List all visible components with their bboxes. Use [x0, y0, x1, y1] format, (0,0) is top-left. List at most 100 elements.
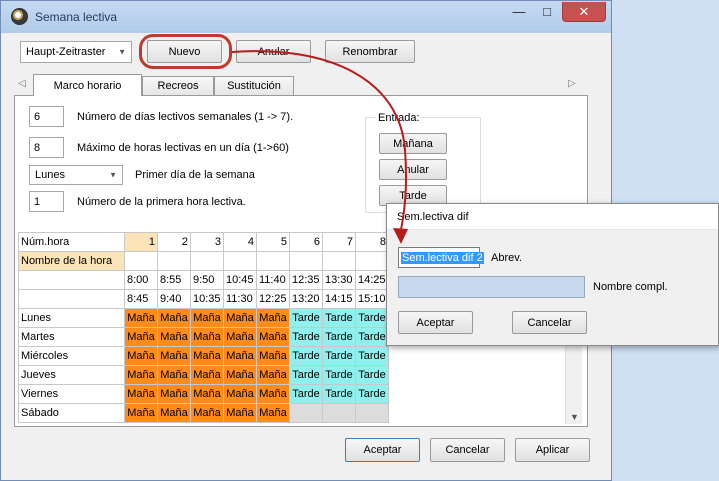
- start-time-cell[interactable]: 13:30: [322, 270, 356, 290]
- hour-column-header[interactable]: 3: [190, 232, 224, 252]
- afternoon-slot[interactable]: Tarde: [322, 384, 356, 404]
- end-time-cell[interactable]: 13:20: [289, 289, 323, 309]
- short-name-input[interactable]: Sem.lectiva dif 2: [398, 247, 484, 268]
- morning-slot[interactable]: Maña: [223, 327, 257, 347]
- morning-slot[interactable]: Maña: [124, 403, 158, 423]
- time-raster-select[interactable]: Haupt-Zeitraster ▼: [20, 41, 132, 63]
- maximize-icon[interactable]: □: [534, 2, 560, 22]
- rename-button[interactable]: Renombrar: [325, 40, 415, 63]
- morning-slot[interactable]: Maña: [124, 327, 158, 347]
- accept-button[interactable]: Aceptar: [345, 438, 420, 462]
- hour-name-cell[interactable]: [190, 251, 224, 271]
- tab-sustitucion[interactable]: Sustitución: [214, 76, 294, 95]
- start-time-cell[interactable]: 14:25: [355, 270, 389, 290]
- morning-slot[interactable]: Maña: [223, 365, 257, 385]
- afternoon-slot[interactable]: Tarde: [289, 308, 323, 328]
- hour-name-cell[interactable]: [289, 251, 323, 271]
- end-time-cell[interactable]: 12:25: [256, 289, 290, 309]
- morning-slot[interactable]: Maña: [157, 403, 191, 423]
- morning-slot[interactable]: Maña: [256, 403, 290, 423]
- afternoon-slot[interactable]: Tarde: [322, 308, 356, 328]
- chevron-down-icon[interactable]: ▼: [570, 412, 579, 422]
- afternoon-slot[interactable]: Tarde: [289, 384, 323, 404]
- cancel-raster-button[interactable]: Anular: [236, 40, 311, 63]
- start-time-cell[interactable]: 10:45: [223, 270, 257, 290]
- hour-column-header[interactable]: 6: [289, 232, 323, 252]
- hour-name-cell[interactable]: [355, 251, 389, 271]
- hour-column-header[interactable]: 2: [157, 232, 191, 252]
- morning-slot[interactable]: Maña: [256, 384, 290, 404]
- morning-button[interactable]: Mañana: [379, 133, 447, 154]
- end-time-cell[interactable]: 9:40: [157, 289, 191, 309]
- full-name-input[interactable]: [398, 276, 585, 298]
- start-time-cell[interactable]: 8:55: [157, 270, 191, 290]
- start-time-cell[interactable]: 8:00: [124, 270, 158, 290]
- morning-slot[interactable]: Maña: [256, 365, 290, 385]
- tab-recreos[interactable]: Recreos: [142, 76, 214, 95]
- end-time-cell[interactable]: 10:35: [190, 289, 224, 309]
- morning-slot[interactable]: Maña: [124, 346, 158, 366]
- morning-slot[interactable]: Maña: [256, 308, 290, 328]
- end-time-cell[interactable]: 14:15: [322, 289, 356, 309]
- hour-column-header[interactable]: 4: [223, 232, 257, 252]
- hour-column-header[interactable]: 7: [322, 232, 356, 252]
- morning-slot[interactable]: Maña: [190, 346, 224, 366]
- dialog-accept-button[interactable]: Aceptar: [398, 311, 473, 334]
- tab-scroll-left-icon[interactable]: ◁: [18, 78, 26, 89]
- afternoon-slot[interactable]: Tarde: [289, 346, 323, 366]
- first-hour-input[interactable]: 1: [29, 191, 64, 212]
- morning-slot[interactable]: Maña: [190, 327, 224, 347]
- cancel-button[interactable]: Cancelar: [430, 438, 505, 462]
- hour-name-cell[interactable]: [322, 251, 356, 271]
- morning-slot[interactable]: Maña: [157, 308, 191, 328]
- morning-slot[interactable]: Maña: [256, 327, 290, 347]
- morning-slot[interactable]: Maña: [190, 403, 224, 423]
- afternoon-slot[interactable]: Tarde: [322, 346, 356, 366]
- anular-entry-button[interactable]: Anular: [379, 159, 447, 180]
- morning-slot[interactable]: Maña: [157, 327, 191, 347]
- apply-button[interactable]: Aplicar: [515, 438, 590, 462]
- start-time-cell[interactable]: 12:35: [289, 270, 323, 290]
- afternoon-slot[interactable]: Tarde: [355, 346, 389, 366]
- end-time-cell[interactable]: 11:30: [223, 289, 257, 309]
- days-input[interactable]: 6: [29, 106, 64, 127]
- afternoon-slot[interactable]: Tarde: [355, 365, 389, 385]
- morning-slot[interactable]: Maña: [190, 308, 224, 328]
- morning-slot[interactable]: Maña: [256, 346, 290, 366]
- hours-input[interactable]: 8: [29, 137, 64, 158]
- afternoon-slot[interactable]: Tarde: [322, 365, 356, 385]
- hour-column-header[interactable]: 5: [256, 232, 290, 252]
- morning-slot[interactable]: Maña: [223, 308, 257, 328]
- start-time-cell[interactable]: 11:40: [256, 270, 290, 290]
- afternoon-slot[interactable]: Tarde: [355, 384, 389, 404]
- hour-name-cell[interactable]: [256, 251, 290, 271]
- morning-slot[interactable]: Maña: [223, 346, 257, 366]
- morning-slot[interactable]: Maña: [223, 403, 257, 423]
- close-icon[interactable]: ✕: [562, 2, 606, 22]
- morning-slot[interactable]: Maña: [223, 384, 257, 404]
- morning-slot[interactable]: Maña: [124, 308, 158, 328]
- end-time-cell[interactable]: 8:45: [124, 289, 158, 309]
- morning-slot[interactable]: Maña: [124, 384, 158, 404]
- morning-slot[interactable]: Maña: [190, 365, 224, 385]
- tab-marco-horario[interactable]: Marco horario: [33, 74, 142, 96]
- hour-name-cell[interactable]: [124, 251, 158, 271]
- hour-column-header[interactable]: 8: [355, 232, 389, 252]
- empty-slot[interactable]: [322, 403, 356, 423]
- empty-slot[interactable]: [355, 403, 389, 423]
- minimize-icon[interactable]: —: [506, 2, 532, 22]
- afternoon-slot[interactable]: Tarde: [289, 365, 323, 385]
- empty-slot[interactable]: [289, 403, 323, 423]
- start-time-cell[interactable]: 9:50: [190, 270, 224, 290]
- hour-column-header[interactable]: 1: [124, 232, 158, 252]
- afternoon-slot[interactable]: Tarde: [355, 308, 389, 328]
- tab-scroll-right-icon[interactable]: ▷: [568, 78, 576, 89]
- afternoon-slot[interactable]: Tarde: [322, 327, 356, 347]
- hour-name-cell[interactable]: [157, 251, 191, 271]
- morning-slot[interactable]: Maña: [124, 365, 158, 385]
- afternoon-slot[interactable]: Tarde: [289, 327, 323, 347]
- first-day-select[interactable]: Lunes ▼: [29, 165, 123, 185]
- end-time-cell[interactable]: 15:10: [355, 289, 389, 309]
- morning-slot[interactable]: Maña: [157, 346, 191, 366]
- grid-scrollbar[interactable]: ▼: [565, 345, 582, 424]
